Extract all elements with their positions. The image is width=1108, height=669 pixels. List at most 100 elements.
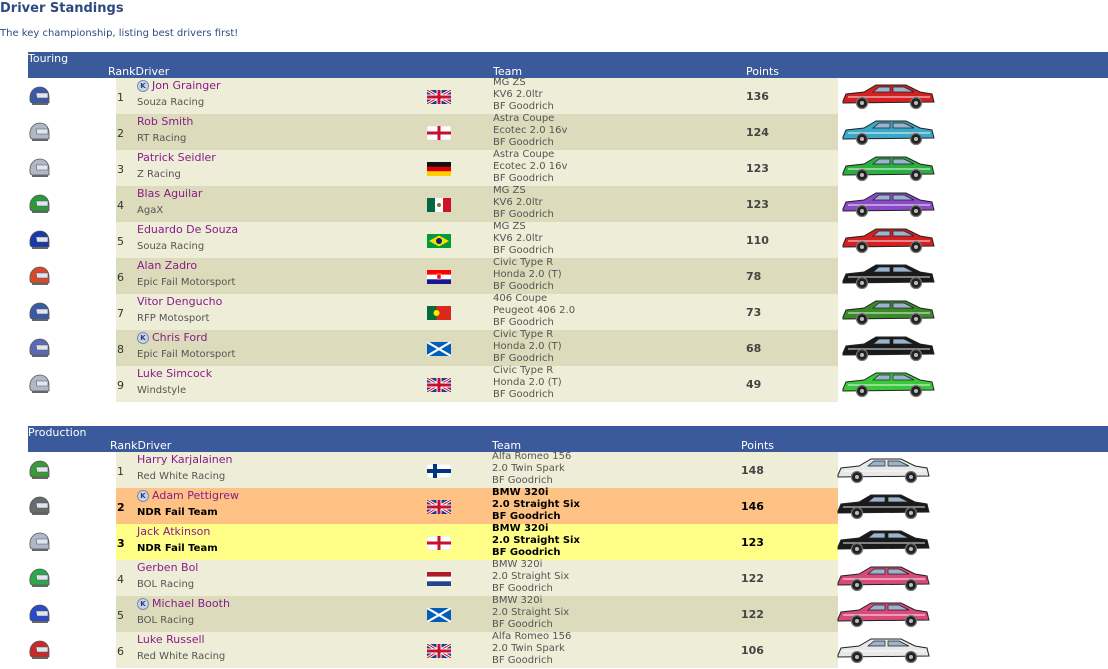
car-livery-image [840,369,936,399]
flag-uk-icon [426,498,452,516]
car-livery-image [835,527,931,557]
points-value: 73 [746,306,762,319]
row-background [116,632,838,668]
team-name: Souza Racing [137,97,205,108]
driver-name: Adam Pettigrew [152,489,239,502]
driver-name-link[interactable]: Vitor Dengucho [137,295,222,308]
row-background [116,524,838,560]
car-spec-line: BF Goodrich [493,209,554,220]
driver-name-link[interactable]: K Chris Ford [137,331,207,344]
table-row: 1 K Jon Grainger Souza Racing MG ZS KV6 2.0lt… [28,77,1108,114]
car-spec-line: 2.0 Straight Six [492,607,570,618]
row-background [116,114,838,150]
helmet-icon [28,460,50,480]
rank-number: 2 [117,501,125,514]
car-spec-line: Civic Type R [493,365,554,376]
flag-uk-icon [426,376,452,394]
car-livery-image [840,225,936,255]
rank-number: 7 [117,307,124,320]
driver-name: Michael Booth [152,597,230,610]
driver-name-link[interactable]: Luke Russell [137,633,205,646]
flag-croatia-icon [427,269,451,284]
driver-name: Vitor Dengucho [137,295,223,308]
car-spec-line: BF Goodrich [493,245,554,256]
car-spec-line: BF Goodrich [492,511,561,522]
table-row: 5 Eduardo De Souza Souza Racing MG ZS KV6 2.… [28,221,1108,258]
car-spec-line: BF Goodrich [493,101,554,112]
car-spec-line: Alfa Romeo 156 [492,451,572,462]
points-value: 106 [741,644,764,657]
driver-name-link[interactable]: K Jon Grainger [137,79,221,92]
driver-name-link[interactable]: Luke Simcock [137,367,212,380]
driver-name-link[interactable]: Patrick Seidler [137,151,216,164]
flag-england-icon [426,125,452,141]
section-title: Production [28,426,87,439]
driver-name-link[interactable]: Harry Karjalainen [137,453,233,466]
car-livery-image [835,563,931,593]
car-spec-line: 2.0 Straight Six [492,499,580,510]
rank-number: 9 [117,379,124,392]
flag-england-icon [426,535,452,551]
rank-number: 8 [117,343,124,356]
points-value: 136 [746,90,769,103]
car-spec-line: BF Goodrich [493,137,554,148]
car-spec-line: Astra Coupe [493,149,555,160]
points-value: 123 [746,198,769,211]
standings-section-touring: Touring RankDriver Team Points 1 K Jon Graing… [28,52,1108,402]
driver-name-link[interactable]: Gerben Bol [137,561,198,574]
row-background [116,78,838,114]
driver-name-link[interactable]: Blas Aguilar [137,187,202,200]
helmet-icon [28,532,50,552]
k-badge-icon: K [137,598,149,610]
driver-name: Alan Zadro [137,259,198,272]
table-row: 1 Harry Karjalainen Red White Racing Alfa R… [28,451,1108,488]
car-spec-line: MG ZS [493,185,526,196]
car-spec-line: Ecotec 2.0 16v [493,161,568,172]
flag-portugal-icon [427,305,451,320]
team-name: Red White Racing [137,471,226,482]
driver-name: Blas Aguilar [137,187,203,200]
car-spec-line: Honda 2.0 (T) [493,377,562,388]
driver-name-link[interactable]: Alan Zadro [137,259,197,272]
car-livery-image [835,491,931,521]
car-livery-image [835,635,931,665]
row-background [116,330,838,366]
driver-name: Luke Russell [137,633,205,646]
car-livery-image [840,153,936,183]
team-name: Epic Fail Motorsport [137,277,236,288]
car-spec-line: Astra Coupe [493,113,555,124]
flag-germany-icon [427,161,451,176]
team-name: Souza Racing [137,241,205,252]
car-livery-image [840,297,936,327]
car-spec-line: BMW 320i [492,487,549,498]
team-name: Epic Fail Motorsport [137,349,236,360]
helmet-icon [28,496,50,516]
driver-name: Gerben Bol [137,561,199,574]
car-spec-line: BF Goodrich [493,353,554,364]
driver-name-link[interactable]: K Michael Booth [137,597,230,610]
table-row: 7 Vitor Dengucho RFP Motosport 406 Coupe Peu… [28,293,1108,330]
car-spec-line: BF Goodrich [493,281,554,292]
table-row: 4 Blas Aguilar AgaX MG ZS KV6 2.0ltr BF Goodr… [28,185,1108,222]
rank-number: 4 [117,573,124,586]
team-name: Windstyle [137,385,187,396]
driver-name: Jack Atkinson [137,525,211,538]
section-title: Touring [28,52,69,65]
table-row: 5 K Michael Booth BOL Racing BMW 320i 2.0 Str… [28,595,1108,632]
table-row: 6 Alan Zadro Epic Fail Motorsport Civic Typ… [28,257,1108,294]
helmet-icon [28,194,50,214]
driver-name-link[interactable]: Rob Smith [137,115,193,128]
helmet-icon [28,302,50,322]
row-background [116,366,838,402]
driver-name-link[interactable]: Eduardo De Souza [137,223,238,236]
rank-number: 2 [117,127,124,140]
team-name: BOL Racing [137,579,195,590]
points-value: 68 [746,342,762,355]
driver-name-link[interactable]: K Adam Pettigrew [137,489,239,502]
driver-name-link[interactable]: Jack Atkinson [137,525,210,538]
car-spec-line: 2.0 Straight Six [492,571,570,582]
car-spec-line: KV6 2.0ltr [493,197,543,208]
car-spec-line: BMW 320i [492,595,543,606]
rank-number: 6 [117,645,124,658]
car-spec-line: BMW 320i [492,523,549,534]
